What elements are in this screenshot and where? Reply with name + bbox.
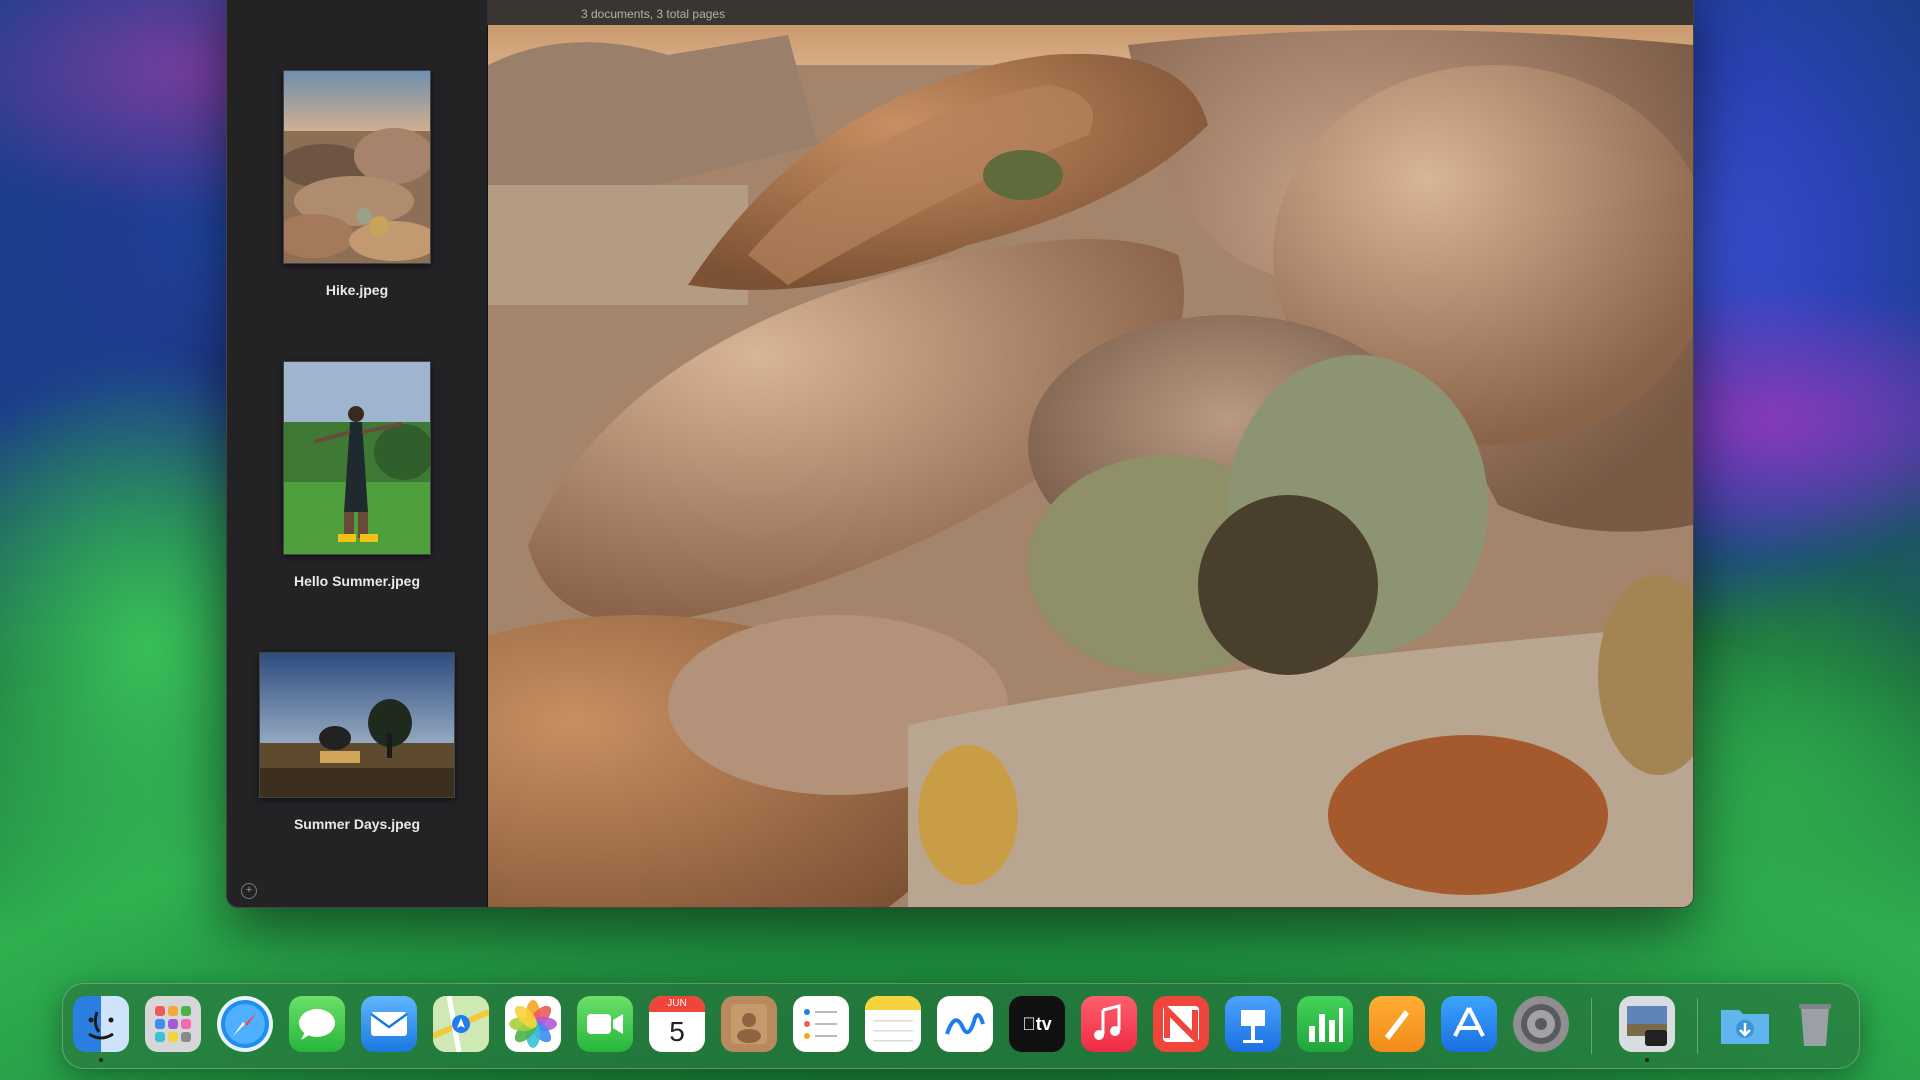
launchpad-icon[interactable]: [145, 996, 201, 1052]
sidebar-item-label: Hike.jpeg: [325, 282, 389, 298]
pages-icon[interactable]: [1369, 996, 1425, 1052]
title-bar: 3 documents, 3 total pages: [487, 0, 1693, 25]
notes-icon[interactable]: [865, 996, 921, 1052]
messages-icon[interactable]: [289, 996, 345, 1052]
preview-window[interactable]: Hike.jpeg Hello Summer.jpeg Summer Days.…: [226, 0, 1694, 908]
image-viewer[interactable]: [488, 25, 1693, 907]
tv-icon[interactable]: tv: [1009, 996, 1065, 1052]
downloads-folder-icon[interactable]: [1717, 996, 1773, 1052]
running-indicator: [99, 1058, 103, 1062]
summer-days-thumbnail[interactable]: [259, 652, 455, 798]
running-indicator: [1645, 1058, 1649, 1062]
tv-label: tv: [1028, 1013, 1052, 1034]
app-store-icon[interactable]: [1441, 996, 1497, 1052]
keynote-icon[interactable]: [1225, 996, 1281, 1052]
preview-icon[interactable]: [1619, 996, 1675, 1052]
sidebar-item-label: Hello Summer.jpeg: [293, 573, 421, 589]
finder-icon[interactable]: [73, 996, 129, 1052]
document-count: 3 documents, 3 total pages: [581, 7, 726, 21]
sidebar-item-hike[interactable]: Hike.jpeg: [227, 70, 487, 298]
calendar-month: JUN: [649, 996, 705, 1012]
trash-icon[interactable]: [1787, 996, 1843, 1052]
plus-circle-icon[interactable]: +: [241, 883, 257, 899]
system-settings-icon[interactable]: [1513, 996, 1569, 1052]
hello-summer-thumbnail[interactable]: [283, 361, 431, 555]
calendar-icon[interactable]: JUN 5: [649, 996, 705, 1052]
photos-icon[interactable]: [505, 996, 561, 1052]
thumbnail-sidebar[interactable]: Hike.jpeg Hello Summer.jpeg Summer Days.…: [227, 0, 488, 907]
reminders-icon[interactable]: [793, 996, 849, 1052]
sidebar-item-label: Summer Days.jpeg: [293, 816, 421, 832]
maps-icon[interactable]: [433, 996, 489, 1052]
freeform-icon[interactable]: [937, 996, 993, 1052]
sidebar-item-hello-summer[interactable]: Hello Summer.jpeg: [227, 361, 487, 589]
dock: JUN 5 tv: [62, 983, 1860, 1069]
facetime-icon[interactable]: [577, 996, 633, 1052]
calendar-day: 5: [669, 1016, 685, 1047]
dock-separator: [1697, 998, 1698, 1054]
sidebar-item-summer-days[interactable]: Summer Days.jpeg: [227, 652, 487, 832]
music-icon[interactable]: [1081, 996, 1137, 1052]
dock-separator: [1591, 998, 1592, 1054]
news-icon[interactable]: [1153, 996, 1209, 1052]
mail-icon[interactable]: [361, 996, 417, 1052]
safari-icon[interactable]: [217, 996, 273, 1052]
hike-thumbnail[interactable]: [283, 70, 431, 264]
numbers-icon[interactable]: [1297, 996, 1353, 1052]
contacts-icon[interactable]: [721, 996, 777, 1052]
